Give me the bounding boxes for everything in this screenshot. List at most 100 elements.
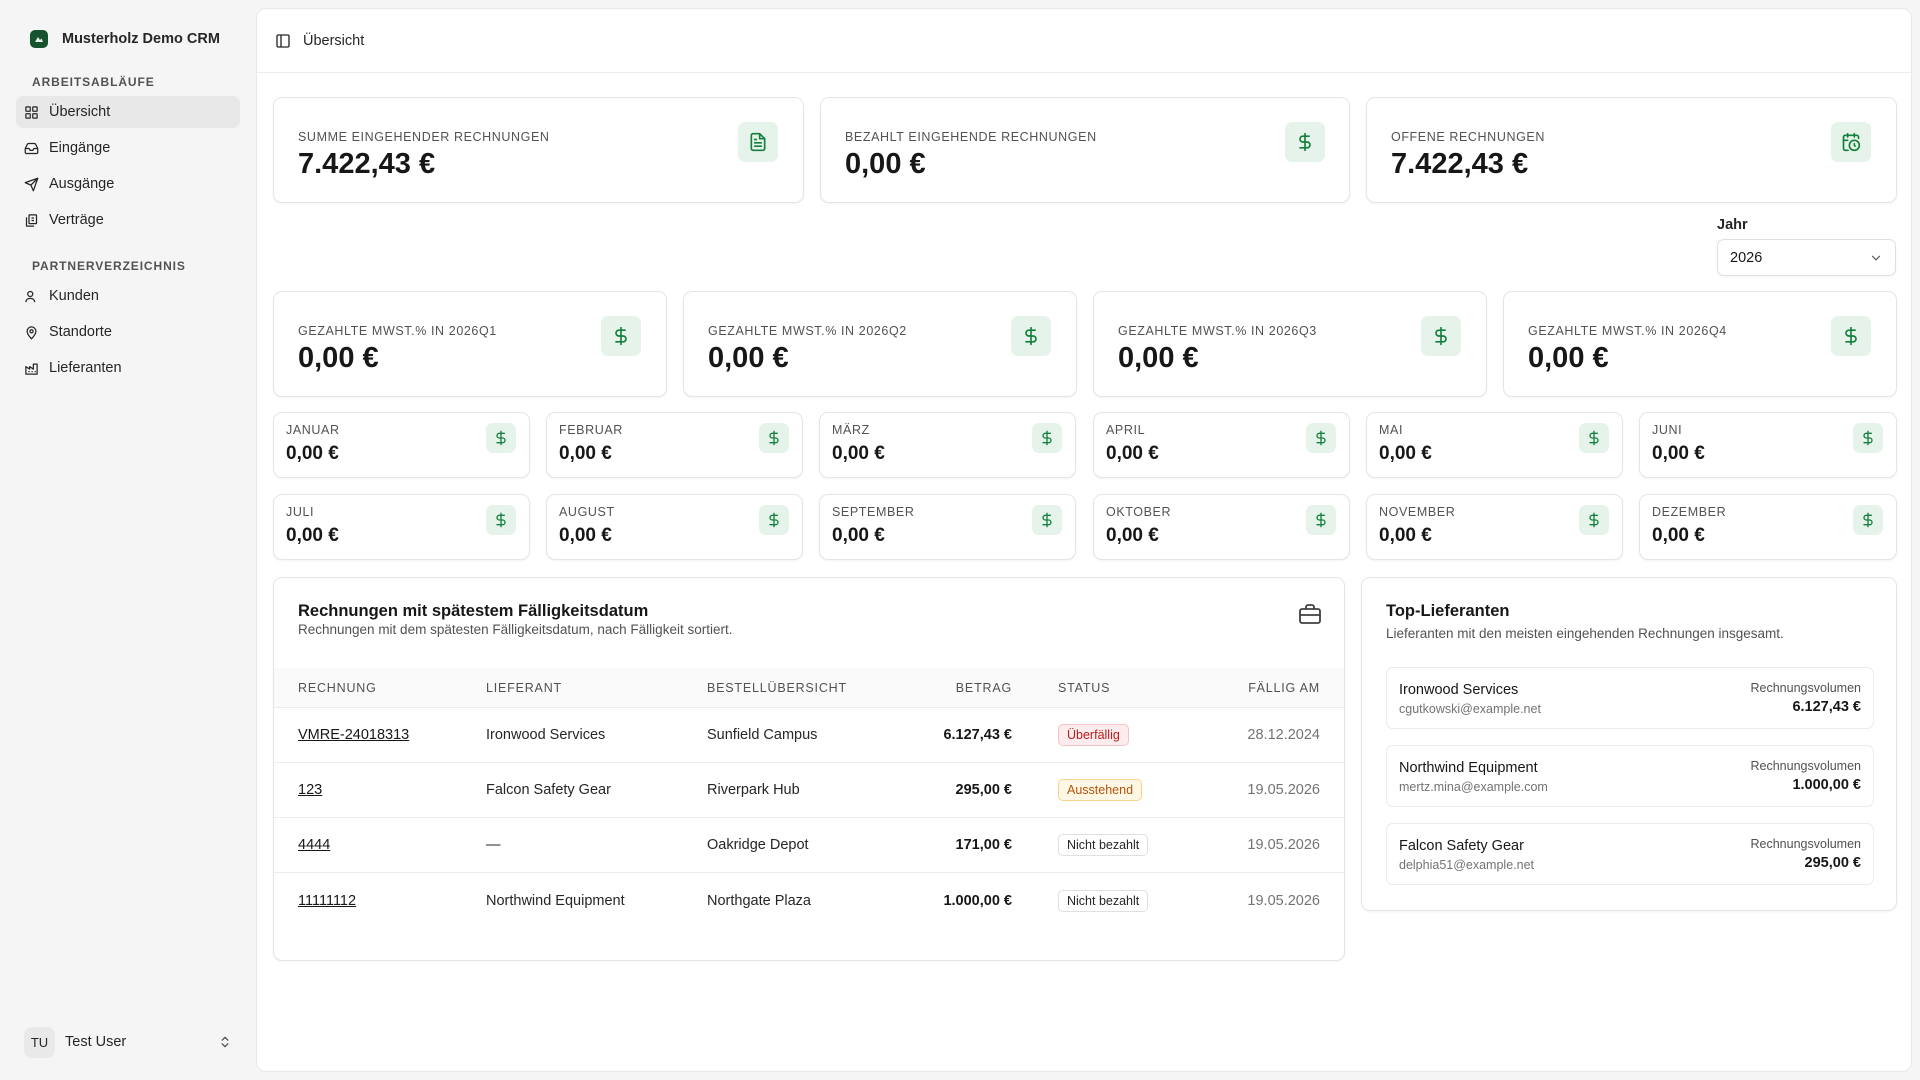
month-icon-box [1579,505,1609,535]
month-card: FEBRUAR 0,00 € [546,412,803,478]
kpi-value: 7.422,43 € [1391,148,1529,180]
invoice-link[interactable]: 4444 [298,837,330,853]
main-panel: Übersicht SUMME EINGEHENDER RECHNUNGEN 7… [256,8,1912,1072]
sidebar-item-eingaenge[interactable]: Eingänge [16,132,240,164]
month-icon-box [1306,423,1336,453]
month-label: SEPTEMBER [832,505,915,519]
invoice-link[interactable]: VMRE-24018313 [298,727,409,743]
year-select[interactable]: 2026 [1717,239,1896,276]
send-icon [24,177,39,191]
order-cell: Riverpark Hub [707,782,800,798]
sidebar-item-label: Verträge [49,212,104,228]
sidebar-item-label: Eingänge [49,140,111,156]
dollar-icon [1589,430,1599,446]
month-label: NOVEMBER [1379,505,1456,519]
sidebar-toggle-icon[interactable] [275,33,291,49]
quarter-card: GEZAHLTE MWST.% IN 2026Q1 0,00 € [273,291,667,397]
kpi-icon-box [738,122,778,162]
column-header-betrag[interactable]: BETRAG [956,668,1012,707]
sidebar-group-label: PARTNERVERZEICHNIS [32,259,186,273]
amount-cell: 1.000,00 € [943,892,1012,909]
month-card: JULI 0,00 € [273,494,530,560]
due-date-cell: 28.12.2024 [1247,727,1320,743]
quarter-card: GEZAHLTE MWST.% IN 2026Q4 0,00 € [1503,291,1897,397]
user-menu[interactable]: TU Test User [24,1026,232,1058]
table-row[interactable]: 11111112 Northwind Equipment Northgate P… [274,873,1344,928]
quarter-icon-box [1421,316,1461,356]
quarter-label: GEZAHLTE MWST.% IN 2026Q4 [1528,324,1727,338]
invoice-link[interactable]: 11111112 [298,893,356,909]
factory-icon [25,363,38,375]
month-icon-box [486,505,516,535]
quarter-icon-box [1011,316,1051,356]
supplier-item[interactable]: Northwind Equipment mertz.mina@example.c… [1386,745,1874,807]
dollar-icon [1025,326,1037,346]
month-card: MÄRZ 0,00 € [819,412,1076,478]
dollar-icon [769,430,779,446]
quarter-value: 0,00 € [1528,342,1609,374]
table-row[interactable]: 4444 — Oakridge Depot 171,00 € Nicht bez… [274,818,1344,873]
month-label: JANUAR [286,423,340,437]
month-icon-box [1579,423,1609,453]
column-header-rechnung[interactable]: RECHNUNG [298,668,377,707]
supplier-item[interactable]: Ironwood Services cgutkowski@example.net… [1386,667,1874,729]
dollar-icon [1863,430,1873,446]
quarter-label: GEZAHLTE MWST.% IN 2026Q1 [298,324,497,338]
sidebar-item-kunden[interactable]: Kunden [16,280,240,312]
month-value: 0,00 € [1652,525,1705,546]
column-header-status[interactable]: STATUS [1058,668,1110,707]
month-value: 0,00 € [832,525,885,546]
month-label: MÄRZ [832,423,870,437]
supplier-item[interactable]: Falcon Safety Gear delphia51@example.net… [1386,823,1874,885]
dollar-icon [615,326,627,346]
brand[interactable]: Musterholz Demo CRM [16,22,256,56]
table-header: RECHNUNG LIEFERANT BESTELLÜBERSICHT BETR… [274,668,1344,708]
users-icon [25,290,36,302]
table-row[interactable]: 123 Falcon Safety Gear Riverpark Hub 295… [274,763,1344,818]
kpi-label: BEZAHLT EINGEHENDE RECHNUNGEN [845,130,1097,144]
sidebar-item-uebersicht[interactable]: Übersicht [16,96,240,128]
amount-cell: 171,00 € [955,837,1012,853]
column-header-bestelluebersicht[interactable]: BESTELLÜBERSICHT [707,668,847,707]
sidebar-item-standorte[interactable]: Standorte [16,316,240,348]
user-name: Test User [65,1034,127,1050]
amount-cell: 295,00 € [955,782,1012,798]
sidebar-item-lieferanten[interactable]: Lieferanten [16,352,240,384]
column-header-faellig[interactable]: FÄLLIG AM [1248,668,1320,707]
month-icon-box [486,423,516,453]
month-value: 0,00 € [1652,443,1705,464]
kpi-value: 0,00 € [845,148,926,180]
kpi-card-open: OFFENE RECHNUNGEN 7.422,43 € [1366,97,1897,203]
dollar-icon [1299,132,1311,152]
month-card: JUNI 0,00 € [1639,412,1897,478]
month-label: APRIL [1106,423,1146,437]
sidebar-item-vertraege[interactable]: Verträge [16,204,240,236]
dollar-icon [1435,326,1447,346]
quarter-icon-box [601,316,641,356]
sidebar-item-ausgaenge[interactable]: Ausgänge [16,168,240,200]
supplier-email: delphia51@example.net [1399,858,1535,872]
month-value: 0,00 € [559,525,612,546]
dollar-icon [1042,430,1052,446]
supplier-email: mertz.mina@example.com [1399,780,1548,794]
supplier-name: Northwind Equipment [1399,760,1538,776]
supplier-cell: — [486,837,501,853]
volume-value: 1.000,00 € [1792,777,1861,793]
invoices-subtitle: Rechnungen mit dem spätesten Fälligkeits… [298,622,733,637]
chevrons-up-down-icon [221,1036,229,1048]
column-header-lieferant[interactable]: LIEFERANT [486,668,562,707]
kpi-icon-box [1285,122,1325,162]
table-row[interactable]: VMRE-24018313 Ironwood Services Sunfield… [274,708,1344,763]
quarter-label: GEZAHLTE MWST.% IN 2026Q2 [708,324,907,338]
due-date-cell: 19.05.2026 [1247,837,1320,853]
amount-cell: 6.127,43 € [943,727,1012,743]
order-cell: Oakridge Depot [707,837,809,853]
kpi-label: OFFENE RECHNUNGEN [1391,130,1545,144]
due-date-cell: 19.05.2026 [1247,892,1320,909]
month-card: AUGUST 0,00 € [546,494,803,560]
month-value: 0,00 € [286,525,339,546]
quarter-value: 0,00 € [1118,342,1199,374]
dollar-icon [769,512,779,528]
invoice-link[interactable]: 123 [298,782,322,798]
calendar-clock-icon [1842,132,1861,152]
